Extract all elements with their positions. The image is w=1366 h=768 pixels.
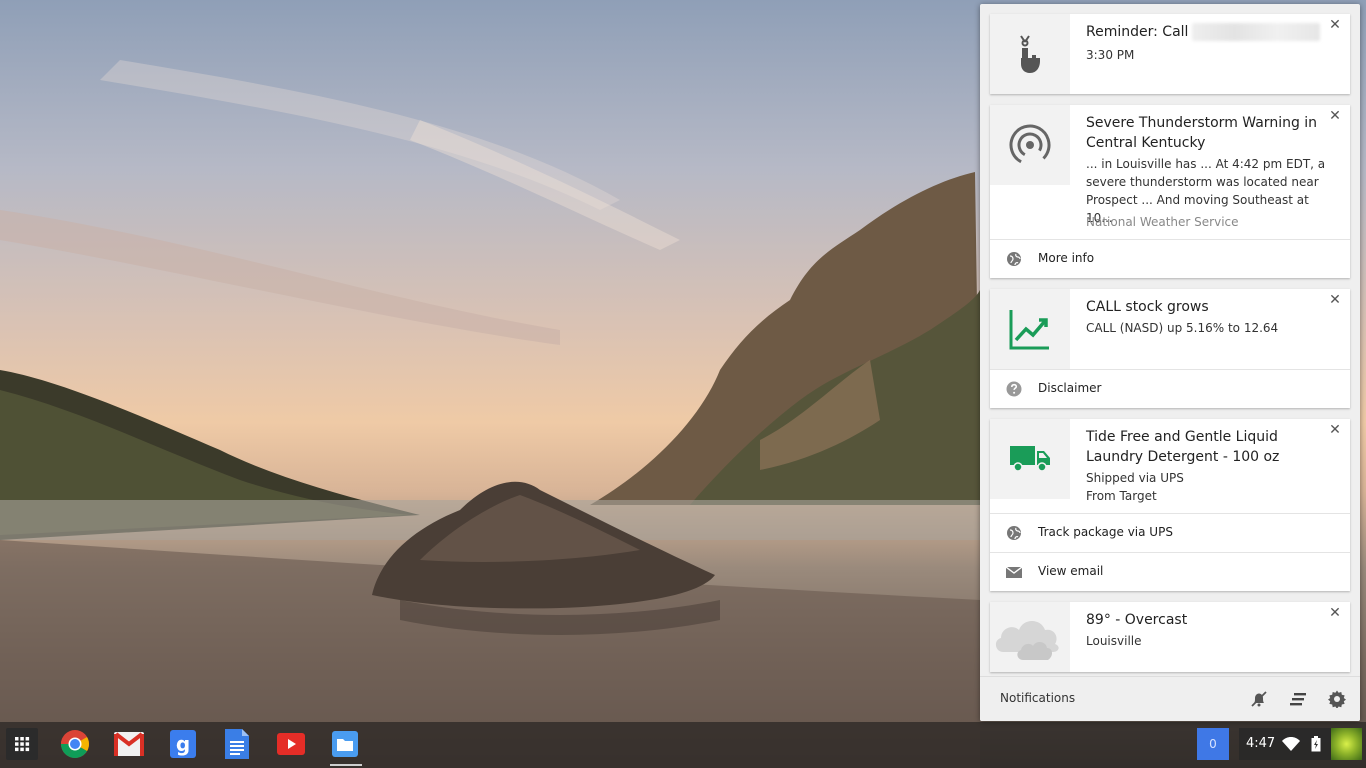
notification-message-line: From Target [1086, 489, 1157, 503]
cloud-icon [995, 621, 1059, 660]
notification-title: Tide Free and Gentle Liquid Laundry Dete… [1086, 429, 1280, 465]
battery-icon [1311, 736, 1321, 752]
package-icon-box [990, 419, 1070, 499]
chrome-icon [61, 730, 89, 758]
youtube-app[interactable] [276, 729, 306, 759]
notification-message: Louisville [1086, 634, 1142, 648]
notification-message-line: Shipped via UPS [1086, 471, 1184, 485]
track-package-button[interactable]: Track package via UPS [990, 513, 1350, 552]
redacted-text [1192, 23, 1321, 41]
action-label: Track package via UPS [1038, 525, 1173, 539]
system-tray[interactable]: 4:47 [1239, 728, 1362, 760]
shelf: g 0 4:47 [0, 722, 1366, 768]
launcher-icon [15, 737, 30, 752]
docs-icon [225, 729, 249, 759]
youtube-icon [277, 733, 305, 755]
gmail-icon [114, 732, 144, 756]
stock-trend-icon [1009, 310, 1049, 350]
notification-title: 89° - Overcast [1086, 612, 1188, 628]
broadcast-icon [1009, 124, 1051, 166]
google-search-icon: g [170, 730, 196, 758]
files-app[interactable] [330, 729, 360, 759]
files-icon [332, 731, 358, 757]
docs-app[interactable] [222, 729, 252, 759]
action-label: Disclaimer [1038, 381, 1102, 395]
notification-title: Severe Thunderstorm Warning in Central K… [1086, 115, 1318, 151]
ribbon-finger-icon [1020, 35, 1040, 73]
running-app-indicator [330, 764, 362, 766]
avatar [1331, 728, 1362, 760]
mail-icon [1006, 566, 1022, 578]
do-not-disturb-icon[interactable] [1250, 690, 1268, 708]
notification-message: 3:30 PM [1086, 48, 1135, 62]
disclaimer-button[interactable]: Disclaimer [990, 369, 1350, 408]
notification-weather[interactable]: 89° - Overcast Louisville ✕ [990, 602, 1350, 672]
chrome-app[interactable] [60, 729, 90, 759]
notification-count-button[interactable]: 0 [1197, 728, 1229, 760]
notification-message: CALL (NASD) up 5.16% to 12.64 [1086, 321, 1279, 335]
close-icon[interactable]: ✕ [1328, 423, 1342, 437]
stock-icon-box [990, 289, 1070, 369]
gmail-app[interactable] [114, 729, 144, 759]
close-icon[interactable]: ✕ [1328, 109, 1342, 123]
notification-title: CALL stock grows [1086, 299, 1209, 315]
more-info-button[interactable]: More info [990, 239, 1350, 278]
clock-time: 4:47 [1246, 736, 1276, 751]
settings-icon[interactable] [1328, 690, 1346, 708]
wifi-icon [1282, 737, 1300, 751]
truck-icon [1010, 446, 1050, 472]
close-icon[interactable]: ✕ [1328, 18, 1342, 32]
notification-center: Reminder: Call 3:30 PM ✕ Severe Thunders… [980, 4, 1360, 721]
svg-text:g: g [176, 732, 190, 756]
action-label: More info [1038, 251, 1095, 265]
close-icon[interactable]: ✕ [1328, 293, 1342, 307]
notification-reminder[interactable]: Reminder: Call 3:30 PM ✕ [990, 14, 1350, 94]
close-icon[interactable]: ✕ [1328, 606, 1342, 620]
globe-icon [1007, 526, 1021, 540]
notification-source: National Weather Service [1086, 215, 1239, 229]
reminder-icon-box [990, 14, 1070, 94]
clear-all-icon[interactable] [1289, 690, 1307, 708]
notification-weather-warning[interactable]: Severe Thunderstorm Warning in Central K… [990, 105, 1350, 278]
globe-icon [1007, 252, 1021, 266]
footer-label: Notifications [1000, 691, 1076, 705]
google-search-app[interactable]: g [168, 729, 198, 759]
action-label: View email [1038, 564, 1104, 578]
weather-icon-box [990, 602, 1070, 672]
launcher-button[interactable] [6, 728, 38, 760]
help-icon [1006, 381, 1022, 397]
notification-center-footer: Notifications [980, 676, 1360, 721]
warning-icon-box [990, 105, 1070, 185]
notification-title: Reminder: Call [1086, 22, 1326, 42]
notification-stock[interactable]: CALL stock grows CALL (NASD) up 5.16% to… [990, 289, 1350, 408]
view-email-button[interactable]: View email [990, 552, 1350, 591]
notification-package[interactable]: Tide Free and Gentle Liquid Laundry Dete… [990, 419, 1350, 591]
